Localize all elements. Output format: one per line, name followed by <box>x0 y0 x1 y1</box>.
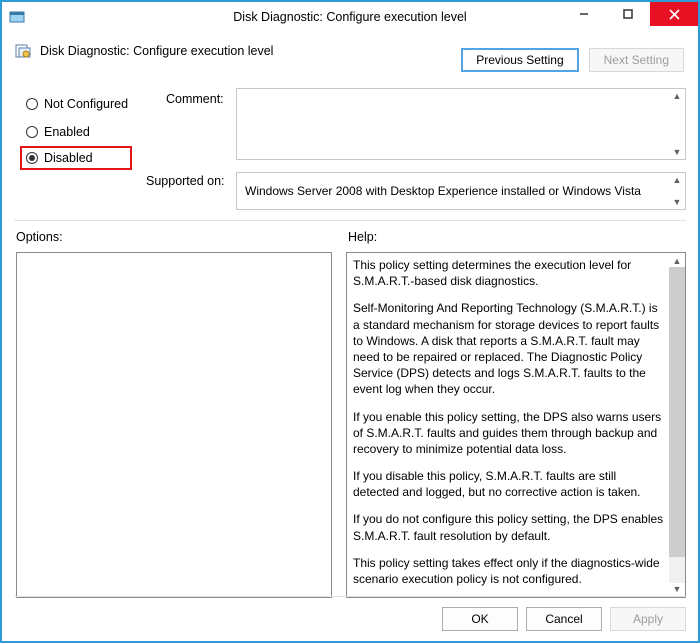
radio-not-configured[interactable]: Not Configured <box>22 92 132 116</box>
titlebar: Disk Diagnostic: Configure execution lev… <box>2 2 698 32</box>
help-text: Self-Monitoring And Reporting Technology… <box>353 300 665 397</box>
help-label: Help: <box>348 230 377 244</box>
radio-icon <box>26 152 38 164</box>
help-text: If you disable this policy, S.M.A.R.T. f… <box>353 468 665 500</box>
supported-on-label: Supported on: <box>146 174 225 188</box>
dialog-window: Disk Diagnostic: Configure execution lev… <box>0 0 700 643</box>
scroll-up-icon: ▲ <box>673 175 682 185</box>
help-text: If you enable this policy setting, the D… <box>353 409 665 458</box>
help-text: If you do not configure this policy sett… <box>353 511 665 543</box>
scrollbar[interactable]: ▲ ▼ <box>669 173 685 209</box>
help-panel: This policy setting determines the execu… <box>346 252 686 598</box>
header-title: Disk Diagnostic: Configure execution lev… <box>40 44 273 58</box>
radio-disabled[interactable]: Disabled <box>20 146 132 170</box>
options-panel <box>16 252 332 598</box>
radio-label: Not Configured <box>44 97 128 111</box>
comment-input[interactable]: ▲ ▼ <box>236 88 686 160</box>
radio-icon <box>26 126 38 138</box>
apply-button: Apply <box>610 607 686 631</box>
state-radio-group: Not Configured Enabled Disabled <box>22 92 132 174</box>
ok-button[interactable]: OK <box>442 607 518 631</box>
maximize-button[interactable] <box>606 2 650 26</box>
scroll-down-icon: ▼ <box>673 197 682 207</box>
supported-on-box: Windows Server 2008 with Desktop Experie… <box>236 172 686 210</box>
scroll-up-icon: ▲ <box>673 91 682 101</box>
close-button[interactable] <box>650 2 698 26</box>
comment-label: Comment: <box>166 92 224 106</box>
scrollbar[interactable]: ▲ ▼ <box>669 89 685 159</box>
previous-setting-button[interactable]: Previous Setting <box>461 48 578 72</box>
radio-label: Disabled <box>44 151 93 165</box>
radio-label: Enabled <box>44 125 90 139</box>
help-text: This policy setting determines the execu… <box>353 257 665 289</box>
radio-icon <box>26 98 38 110</box>
scroll-up-icon: ▲ <box>673 255 682 267</box>
scroll-down-icon: ▼ <box>673 147 682 157</box>
options-label: Options: <box>16 230 63 244</box>
scrollbar[interactable]: ▲ ▼ <box>669 253 685 597</box>
help-text: This policy setting takes effect only if… <box>353 555 665 587</box>
radio-enabled[interactable]: Enabled <box>22 120 132 144</box>
footer: OK Cancel Apply <box>14 596 686 631</box>
supported-on-text: Windows Server 2008 with Desktop Experie… <box>245 184 641 198</box>
cancel-button[interactable]: Cancel <box>526 607 602 631</box>
next-setting-button: Next Setting <box>589 48 684 72</box>
divider <box>14 220 686 221</box>
minimize-button[interactable] <box>562 2 606 26</box>
policy-icon <box>14 42 32 60</box>
scroll-down-icon: ▼ <box>673 583 682 595</box>
